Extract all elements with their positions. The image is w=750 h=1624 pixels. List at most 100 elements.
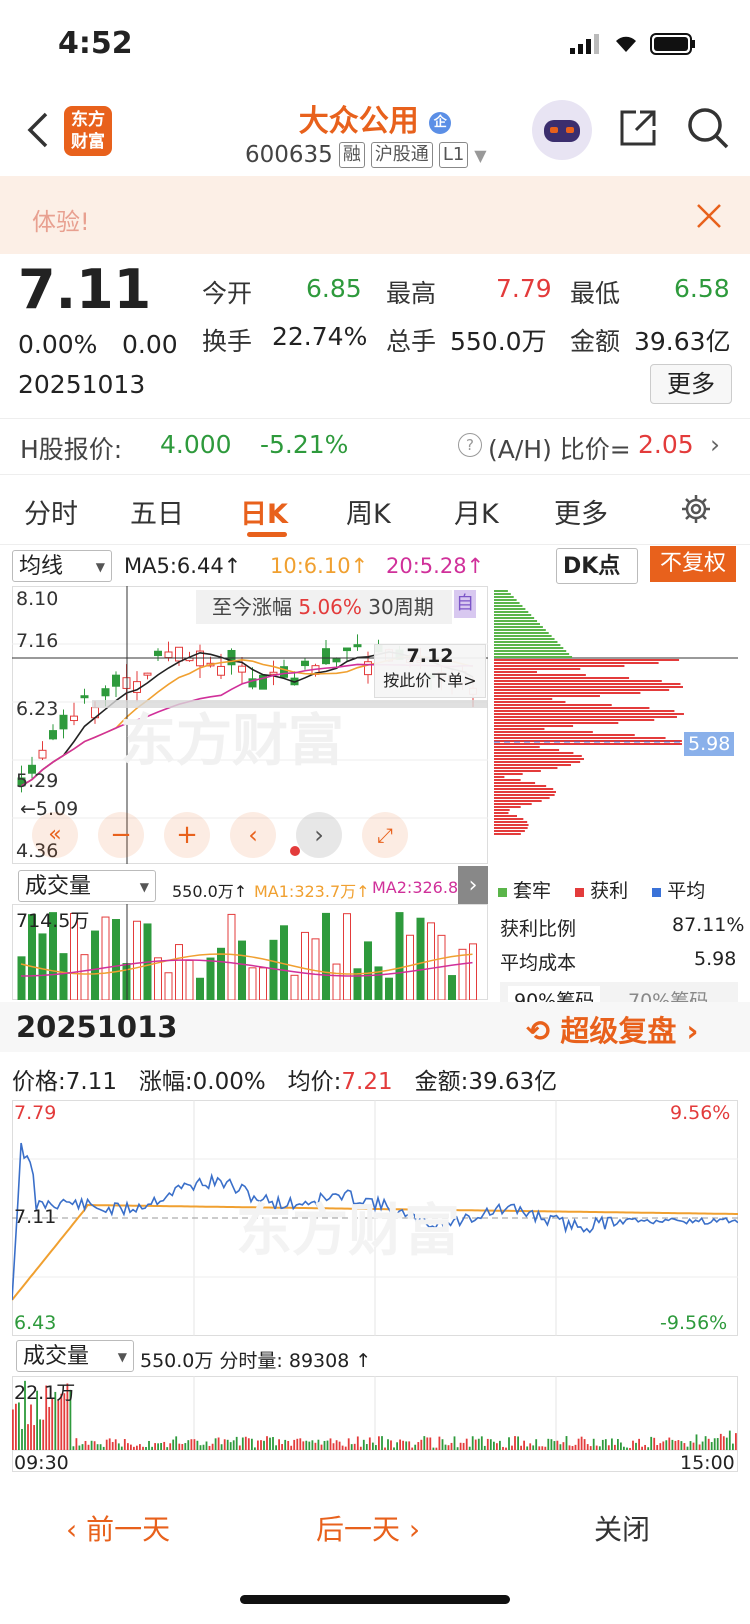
volume-bar xyxy=(290,974,299,1000)
intraday-volume-select[interactable]: 成交量 ▼ xyxy=(16,1340,134,1372)
help-icon[interactable]: ? xyxy=(458,433,482,457)
intraday-volume-bar xyxy=(635,1442,637,1450)
intraday-volume-bar xyxy=(296,1438,299,1450)
intraday-volume-bar xyxy=(562,1442,565,1450)
tab-five-day[interactable]: 五日 xyxy=(130,492,184,531)
intraday-volume-bar xyxy=(27,1424,29,1450)
robot-avatar[interactable] xyxy=(532,100,592,160)
expand-panel-button[interactable]: › xyxy=(458,866,488,906)
intraday-volume-bar xyxy=(263,1440,265,1450)
dk-button[interactable]: DK点 xyxy=(556,548,638,584)
profit-ratio-label: 获利比例 xyxy=(500,918,577,940)
chip-tab-90[interactable]: 90%筹码 xyxy=(508,986,601,1002)
candle-body xyxy=(70,715,78,722)
ma-select[interactable]: 均线 ▼ xyxy=(12,550,112,582)
intraday-volume-bar xyxy=(139,1444,141,1450)
chip-bar xyxy=(494,662,659,664)
intraday-volume-bar xyxy=(526,1446,529,1450)
chip-bar xyxy=(494,809,510,811)
watermark: 东方财富 xyxy=(120,709,344,774)
intraday-volume-bar xyxy=(187,1440,190,1450)
chip-bar xyxy=(494,653,570,655)
intraday-volume-bar xyxy=(468,1446,471,1450)
intraday-volume-bar xyxy=(496,1443,498,1450)
more-quote-button[interactable]: 更多 xyxy=(650,364,732,404)
close-icon[interactable] xyxy=(696,203,722,233)
intraday-volume-bar xyxy=(480,1436,483,1450)
volume-bar xyxy=(269,939,278,1000)
intraday-volume-bar xyxy=(384,1447,386,1450)
gain-popup[interactable]: 至今涨幅 5.06% 30周期 xyxy=(196,590,452,624)
watermark: 东方财富 xyxy=(236,1199,460,1264)
ytick: 6.23 xyxy=(16,698,59,720)
tab-weekly-k[interactable]: 周K xyxy=(346,492,391,531)
tab-intraday[interactable]: 分时 xyxy=(24,492,78,531)
close-button[interactable]: 关闭 xyxy=(594,1508,650,1548)
rewind-button[interactable]: « xyxy=(32,812,78,858)
chip-bar xyxy=(494,641,558,643)
self-tag[interactable]: 自 xyxy=(454,590,476,618)
intraday-volume-bar xyxy=(529,1443,532,1450)
replay-link[interactable]: ⟲ 超级复盘 › xyxy=(526,1008,699,1050)
ma10-legend: 10:6.10↑ xyxy=(270,554,369,578)
intraday-volume-bar xyxy=(311,1440,314,1450)
intraday-volume-bar xyxy=(614,1444,616,1450)
intraday-volume-bar xyxy=(314,1442,317,1450)
settings-icon[interactable] xyxy=(680,493,712,529)
intraday-volume-bar xyxy=(247,1438,250,1450)
chip-bar xyxy=(494,821,528,823)
order-popup[interactable]: 7.12 按此价下单> xyxy=(374,644,486,698)
prev-day-button[interactable]: ‹ 前一天 xyxy=(66,1508,170,1548)
tab-monthly-k[interactable]: 月K xyxy=(454,492,499,531)
intraday-volume-bar xyxy=(716,1438,719,1450)
intraday-volume-bar xyxy=(471,1436,474,1450)
volume-bar xyxy=(406,934,414,1000)
zoom-out-button[interactable]: − xyxy=(98,812,144,858)
zoom-in-button[interactable]: + xyxy=(164,812,210,858)
stock-code-row[interactable]: 600635 融 沪股通 L1 ▼ xyxy=(245,142,487,168)
tab-more[interactable]: 更多 xyxy=(554,492,608,531)
next-button[interactable]: › xyxy=(296,812,342,858)
intraday-volume-bar xyxy=(90,1440,93,1450)
intraday-volume-bar xyxy=(260,1440,262,1450)
promo-banner[interactable] xyxy=(0,176,750,254)
next-day-button[interactable]: 后一天 › xyxy=(316,1508,420,1548)
chip-tab-70[interactable]: 70%筹码 xyxy=(628,986,708,1002)
adjust-button[interactable]: 不复权 xyxy=(650,546,736,582)
chip-bar xyxy=(494,749,560,751)
intraday-volume-bar xyxy=(689,1441,692,1450)
turnover-label: 换手 xyxy=(202,327,253,356)
intraday-volume-bar xyxy=(154,1443,156,1450)
intraday-volume-bar xyxy=(719,1433,722,1450)
intraday-volume-bar xyxy=(87,1444,90,1450)
intraday-volume-bar xyxy=(332,1443,335,1450)
high-label: 最高 xyxy=(386,279,437,308)
search-icon[interactable] xyxy=(686,106,730,154)
candle-body xyxy=(49,730,57,740)
chip-bar xyxy=(494,599,517,601)
volume-bar xyxy=(259,967,267,1000)
intraday-volume-bar xyxy=(254,1447,256,1450)
intraday-volume-bar xyxy=(601,1439,604,1450)
intraday-volume-bar xyxy=(680,1441,683,1450)
chip-bar xyxy=(494,758,584,760)
chip-bar xyxy=(494,818,524,820)
chip-bar xyxy=(494,626,543,628)
share-icon[interactable] xyxy=(616,106,660,154)
open-label: 今开 xyxy=(202,279,253,308)
intraday-volume-bar xyxy=(220,1444,223,1450)
volume-bar xyxy=(175,944,183,1000)
prev-button[interactable]: ‹ xyxy=(230,812,276,858)
fullscreen-button[interactable]: ⤢ xyxy=(362,812,408,858)
chip-bar xyxy=(494,677,630,679)
volume-bar xyxy=(448,975,456,1000)
intraday-volume-bar xyxy=(223,1439,226,1450)
intraday-volume-bar xyxy=(414,1444,417,1450)
volume-select[interactable]: 成交量 ▼ xyxy=(18,870,156,902)
replay-price: 7.11 xyxy=(65,1069,117,1095)
intraday-volume-bar xyxy=(39,1419,41,1450)
intraday-volume-bar xyxy=(598,1446,601,1450)
tab-daily-k[interactable]: 日K xyxy=(240,492,288,531)
chip-bar xyxy=(494,806,521,808)
intraday-volume-bar xyxy=(178,1443,181,1450)
